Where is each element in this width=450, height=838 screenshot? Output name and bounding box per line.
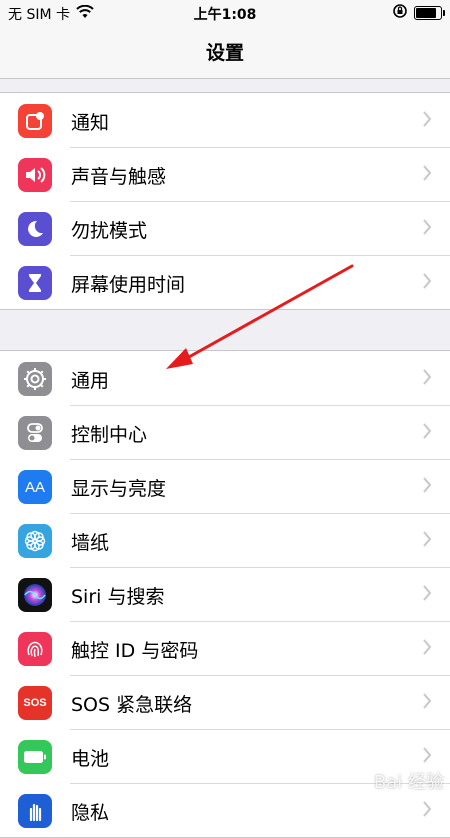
hourglass-icon [18,266,52,300]
settings-row-label: 通知 [71,112,110,134]
chevron-right-icon [422,164,432,186]
settings-row-label: 控制中心 [71,424,148,446]
settings-row-label: 电池 [71,748,110,770]
gear-icon [18,362,52,396]
settings-row-label: 通用 [71,370,110,392]
settings-row-label: 墙纸 [71,532,110,554]
watermark: Bai 经验 [373,772,444,793]
settings-row-label: 声音与触感 [71,166,167,188]
settings-row-general[interactable]: 通用 [0,351,450,405]
settings-row-label: 触控 ID 与密码 [71,640,199,662]
settings-row-control-center[interactable]: 控制中心 [0,405,450,459]
settings-row-sounds[interactable]: 声音与触感 [0,147,450,201]
chevron-right-icon [422,476,432,498]
chevron-right-icon [422,692,432,714]
settings-row-do-not-disturb[interactable]: 勿扰模式 [0,201,450,255]
flower-icon [18,524,52,558]
rotation-lock-icon [392,3,408,23]
fingerprint-icon [18,632,52,666]
settings-row-notifications[interactable]: 通知 [0,93,450,147]
toggle-icon [18,416,52,450]
settings-row-wallpaper[interactable]: 墙纸 [0,513,450,567]
text-size-glyph: AA [24,478,45,496]
settings-row-label: 屏幕使用时间 [71,274,186,296]
battery-fill [416,8,437,18]
settings-row-siri-search[interactable]: Siri 与搜索 [0,567,450,621]
notifications-icon [18,104,52,138]
settings-group-1: 通知 声音与触感 勿扰模式 屏幕使用时间 [0,92,450,310]
chevron-right-icon [422,368,432,390]
chevron-right-icon [422,530,432,552]
nav-bar: 设置 [0,26,450,79]
status-time: 上午1:08 [193,7,257,23]
settings-group-2: 通用 控制中心 AA 显示与亮度 墙纸 Siri 与搜索 触控 ID 与密码 S… [0,350,450,838]
settings-row-touch-id-passcode[interactable]: 触控 ID 与密码 [0,621,450,675]
chevron-right-icon [422,422,432,444]
hand-icon [18,794,52,828]
settings-row-display-brightness[interactable]: AA 显示与亮度 [0,459,450,513]
settings-row-label: 隐私 [71,802,110,824]
battery-settings-icon [18,740,52,774]
sos-glyph: SOS [23,697,47,709]
page-title: 设置 [205,42,244,64]
moon-icon [18,212,52,246]
sos-icon: SOS [18,686,52,720]
battery-icon [414,6,445,20]
sound-icon [18,158,52,192]
chevron-right-icon [422,110,432,132]
settings-row-label: SOS 紧急联络 [71,694,193,716]
settings-row-emergency-sos[interactable]: SOS SOS 紧急联络 [0,675,450,729]
chevron-right-icon [422,746,432,768]
chevron-right-icon [422,800,432,822]
settings-row-label: Siri 与搜索 [71,586,165,608]
settings-row-label: 勿扰模式 [71,220,148,242]
chevron-right-icon [422,272,432,294]
status-bar: 无 SIM 卡 上午1:08 [0,0,450,26]
settings-row-label: 显示与亮度 [71,478,167,500]
status-right [392,3,445,23]
chevron-right-icon [422,638,432,660]
settings-row-screen-time[interactable]: 屏幕使用时间 [0,255,450,309]
chevron-right-icon [422,584,432,606]
siri-icon [18,578,52,612]
text-size-icon: AA [18,470,52,504]
chevron-right-icon [422,218,432,240]
